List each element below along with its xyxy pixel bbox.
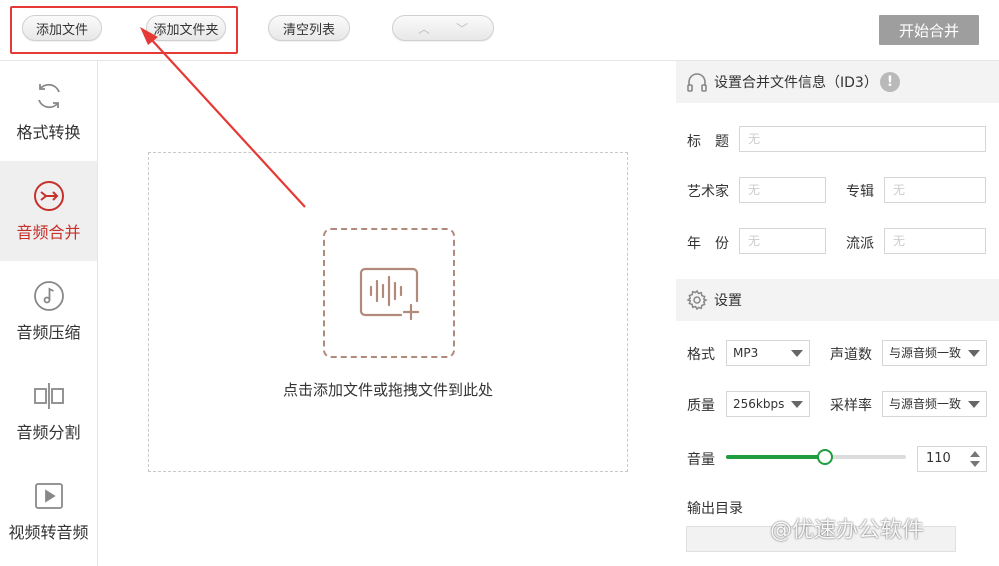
add-file-button[interactable]: 添加文件	[22, 15, 102, 41]
volume-slider[interactable]	[726, 449, 906, 465]
title-input[interactable]: 无	[739, 126, 986, 152]
sidebar-item-label: 音频合并	[16, 223, 81, 242]
channels-label: 声道数	[830, 347, 872, 363]
volume-slider-fill	[726, 455, 825, 459]
spin-down-icon[interactable]	[970, 461, 980, 467]
id3-section-title: 设置合并文件信息（ID3）	[714, 75, 878, 91]
quality-select[interactable]: 256kbps	[726, 391, 810, 417]
music-note-icon	[33, 281, 64, 311]
album-input[interactable]: 无	[884, 177, 986, 203]
move-buttons: ︿ ﹀	[392, 15, 494, 41]
format-select[interactable]: MP3	[726, 340, 810, 366]
album-label: 专辑	[846, 184, 874, 200]
toolbar: 添加文件 添加文件夹 清空列表 ︿ ﹀ 开始合并	[0, 0, 999, 61]
play-icon	[34, 483, 63, 509]
sidebar-item-label: 格式转换	[16, 123, 81, 142]
sidebar-item-format-convert[interactable]: 格式转换	[0, 61, 97, 161]
headphones-icon	[687, 73, 707, 92]
audio-add-icon	[359, 267, 420, 321]
quality-label: 质量	[687, 398, 715, 414]
sidebar-item-video-to-audio[interactable]: 视频转音频	[0, 461, 97, 561]
sidebar: 格式转换 音频合并 音频压缩 音频分割 视频转音频	[0, 61, 98, 566]
sidebar-item-audio-split[interactable]: 音频分割	[0, 361, 97, 461]
watermark-text: @优速办公软件	[770, 518, 925, 543]
drop-hint-text: 点击添加文件或拖拽文件到此处	[282, 381, 493, 399]
artist-input[interactable]: 无	[739, 177, 826, 203]
chevron-down-icon	[791, 401, 803, 408]
sidebar-item-label: 音频压缩	[16, 323, 81, 342]
settings-panel: 设置合并文件信息（ID3） ! 标 题 无 艺术家 无 专辑 无 年 份 无 流…	[676, 61, 999, 566]
volume-spinbox[interactable]: 110	[917, 446, 987, 472]
sidebar-item-label: 视频转音频	[8, 523, 89, 542]
add-folder-button[interactable]: 添加文件夹	[146, 15, 226, 41]
chevron-down-icon	[968, 401, 980, 408]
clear-list-button[interactable]: 清空列表	[268, 15, 350, 41]
chevron-up-icon[interactable]: ︿	[418, 20, 430, 37]
settings-section-header: 设置	[676, 279, 999, 321]
settings-section-title: 设置	[714, 293, 742, 309]
quality-value: 256kbps	[733, 397, 785, 411]
split-icon	[33, 383, 64, 409]
output-dir-label: 输出目录	[687, 501, 743, 517]
refresh-icon	[37, 83, 60, 109]
gear-icon	[686, 289, 708, 311]
title-label: 标 题	[687, 134, 729, 150]
sidebar-item-audio-merge[interactable]: 音频合并	[0, 161, 97, 261]
format-label: 格式	[687, 347, 715, 363]
channels-value: 与源音频一致	[889, 346, 962, 360]
sidebar-item-label: 音频分割	[16, 423, 81, 442]
file-drop-zone[interactable]: 点击添加文件或拖拽文件到此处	[148, 152, 628, 472]
artist-label: 艺术家	[687, 184, 729, 200]
channels-select[interactable]: 与源音频一致	[882, 340, 987, 366]
chevron-down-icon[interactable]: ﹀	[456, 20, 468, 37]
merge-icon	[33, 181, 64, 211]
samplerate-label: 采样率	[830, 398, 872, 414]
genre-input[interactable]: 无	[884, 228, 986, 254]
id3-section-header: 设置合并文件信息（ID3） !	[676, 61, 999, 103]
chevron-down-icon	[968, 350, 980, 357]
add-audio-drop-target[interactable]	[323, 228, 455, 358]
volume-label: 音量	[687, 452, 715, 468]
volume-value: 110	[926, 451, 951, 466]
year-label: 年 份	[687, 236, 729, 252]
chevron-down-icon	[791, 350, 803, 357]
sidebar-item-audio-compress[interactable]: 音频压缩	[0, 261, 97, 361]
spin-up-icon[interactable]	[970, 451, 980, 457]
year-input[interactable]: 无	[739, 228, 826, 254]
volume-slider-handle[interactable]	[817, 449, 833, 465]
info-warning-icon[interactable]: !	[880, 72, 900, 92]
format-value: MP3	[733, 346, 759, 360]
samplerate-select[interactable]: 与源音频一致	[882, 391, 987, 417]
genre-label: 流派	[846, 236, 874, 252]
start-merge-button[interactable]: 开始合并	[879, 15, 979, 45]
samplerate-value: 与源音频一致	[889, 397, 962, 411]
